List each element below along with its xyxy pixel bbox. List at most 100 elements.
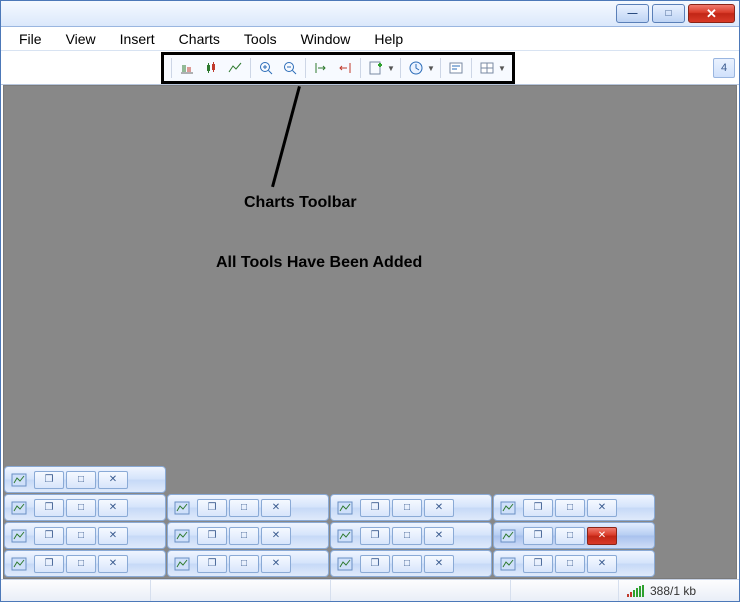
notification-badge[interactable]: 4 [713, 58, 735, 78]
status-time [331, 580, 511, 601]
chart-window[interactable]: ❐ □ ✕ [493, 550, 655, 577]
chart-window[interactable]: ❐ □ ✕ [167, 522, 329, 549]
maximize-button[interactable]: □ [555, 527, 585, 545]
menu-view[interactable]: View [54, 28, 108, 50]
chart-window[interactable]: ❐ □ ✕ [4, 466, 166, 493]
close-button[interactable]: ✕ [424, 499, 454, 517]
restore-button[interactable]: ❐ [523, 555, 553, 573]
chart-icon [9, 472, 29, 488]
maximize-button[interactable]: □ [555, 499, 585, 517]
chart-window[interactable]: ❐ □ ✕ [167, 550, 329, 577]
close-button[interactable]: ✕ [587, 499, 617, 517]
status-connection[interactable]: 388/1 kb [619, 580, 739, 601]
maximize-button[interactable]: □ [392, 527, 422, 545]
dropdown-arrow-icon[interactable]: ▼ [498, 64, 506, 73]
chart-icon [335, 528, 355, 544]
chart-window[interactable]: ❐ □ ✕ [493, 494, 655, 521]
maximize-button[interactable]: □ [229, 527, 259, 545]
chart-icon [335, 500, 355, 516]
dropdown-arrow-icon[interactable]: ▼ [387, 64, 395, 73]
menu-charts[interactable]: Charts [167, 28, 232, 50]
close-button[interactable]: ✕ [98, 499, 128, 517]
close-button[interactable]: ✕ [261, 555, 291, 573]
close-button[interactable]: ✕ [688, 4, 735, 23]
minimized-windows-area: ❐ □ ✕ ❐ □ ✕ ❐ □ ✕ [4, 466, 656, 578]
chart-window[interactable]: ❐ □ ✕ [330, 494, 492, 521]
close-button[interactable]: ✕ [424, 527, 454, 545]
close-button[interactable]: ✕ [587, 527, 617, 545]
annotation-charts-toolbar: Charts Toolbar [244, 194, 357, 212]
close-button[interactable]: ✕ [98, 555, 128, 573]
maximize-button[interactable]: □ [66, 499, 96, 517]
close-button[interactable]: ✕ [261, 499, 291, 517]
maximize-button[interactable]: □ [66, 471, 96, 489]
toolbar-separator [305, 58, 306, 78]
indicators-icon[interactable] [365, 57, 387, 79]
chart-window[interactable]: ❐ □ ✕ [167, 494, 329, 521]
toolbar-separator [471, 58, 472, 78]
zoom-in-icon[interactable] [255, 57, 277, 79]
chart-icon [335, 556, 355, 572]
menu-file[interactable]: File [7, 28, 54, 50]
close-button[interactable]: ✕ [424, 555, 454, 573]
restore-button[interactable]: ❐ [34, 555, 64, 573]
toolbar-strip: ▼ ▼ ▼ 4 [1, 51, 739, 85]
restore-button[interactable]: ❐ [523, 527, 553, 545]
dropdown-arrow-icon[interactable]: ▼ [427, 64, 435, 73]
chart-window[interactable]: ❐ □ ✕ [4, 494, 166, 521]
menu-window[interactable]: Window [289, 28, 363, 50]
menu-tools[interactable]: Tools [232, 28, 289, 50]
mdi-client-area: Charts Toolbar All Tools Have Been Added… [3, 85, 737, 579]
bar-chart-icon[interactable] [176, 57, 198, 79]
chart-window[interactable]: ❐ □ ✕ [330, 550, 492, 577]
menu-insert[interactable]: Insert [108, 28, 167, 50]
restore-button[interactable]: ❐ [360, 499, 390, 517]
line-chart-icon[interactable] [224, 57, 246, 79]
templates-icon[interactable] [445, 57, 467, 79]
restore-button[interactable]: ❐ [197, 527, 227, 545]
candlestick-icon[interactable] [200, 57, 222, 79]
minimize-button[interactable]: — [616, 4, 649, 23]
restore-button[interactable]: ❐ [34, 527, 64, 545]
maximize-button[interactable]: □ [652, 4, 685, 23]
toolbar-separator [171, 58, 172, 78]
app-window: — □ ✕ File View Insert Charts Tools Wind… [0, 0, 740, 602]
chart-window[interactable]: ❐ □ ✕ [330, 522, 492, 549]
toolbar-separator [360, 58, 361, 78]
chart-icon [172, 500, 192, 516]
maximize-button[interactable]: □ [392, 499, 422, 517]
chart-window-active[interactable]: ❐ □ ✕ [493, 522, 655, 549]
status-profile [151, 580, 331, 601]
status-bar: 388/1 kb [1, 579, 739, 601]
periodicity-icon[interactable] [405, 57, 427, 79]
restore-button[interactable]: ❐ [197, 499, 227, 517]
grid-icon[interactable] [476, 57, 498, 79]
chart-icon [498, 556, 518, 572]
zoom-out-icon[interactable] [279, 57, 301, 79]
maximize-button[interactable]: □ [392, 555, 422, 573]
maximize-button[interactable]: □ [66, 555, 96, 573]
maximize-button[interactable]: □ [555, 555, 585, 573]
chart-shift-icon[interactable] [334, 57, 356, 79]
status-traffic: 388/1 kb [650, 584, 696, 598]
restore-button[interactable]: ❐ [360, 527, 390, 545]
chart-icon [498, 500, 518, 516]
maximize-button[interactable]: □ [229, 555, 259, 573]
restore-button[interactable]: ❐ [197, 555, 227, 573]
close-button[interactable]: ✕ [98, 471, 128, 489]
chart-window[interactable]: ❐ □ ✕ [4, 550, 166, 577]
close-button[interactable]: ✕ [587, 555, 617, 573]
maximize-button[interactable]: □ [66, 527, 96, 545]
restore-button[interactable]: ❐ [360, 555, 390, 573]
maximize-button[interactable]: □ [229, 499, 259, 517]
toolbar-separator [400, 58, 401, 78]
status-help [1, 580, 151, 601]
chart-window[interactable]: ❐ □ ✕ [4, 522, 166, 549]
close-button[interactable]: ✕ [98, 527, 128, 545]
menu-help[interactable]: Help [362, 28, 415, 50]
restore-button[interactable]: ❐ [523, 499, 553, 517]
restore-button[interactable]: ❐ [34, 471, 64, 489]
restore-button[interactable]: ❐ [34, 499, 64, 517]
auto-scroll-icon[interactable] [310, 57, 332, 79]
close-button[interactable]: ✕ [261, 527, 291, 545]
